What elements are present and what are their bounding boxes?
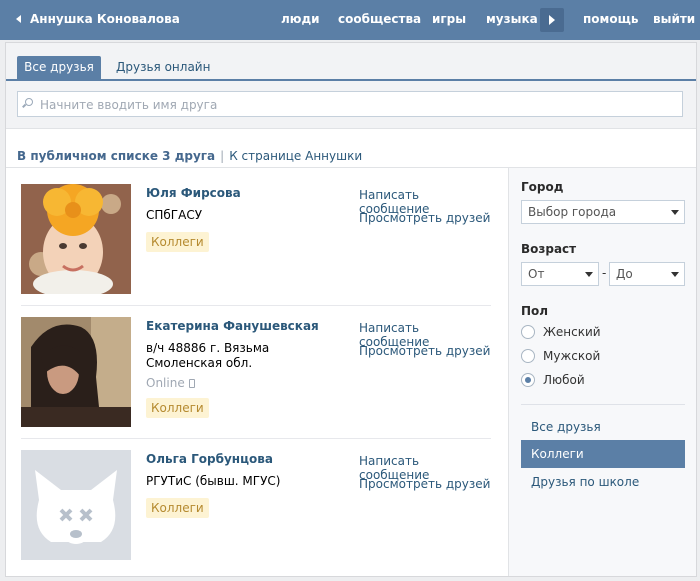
age-range-dash: - (602, 266, 607, 280)
nav-games[interactable]: игры (432, 12, 466, 26)
profile-link[interactable]: К странице Аннушки (229, 149, 362, 163)
online-status: Online (146, 376, 195, 390)
nav-music[interactable]: музыка (486, 12, 538, 26)
age-from-value: От (528, 267, 545, 281)
arrow-left-icon (16, 15, 21, 23)
friends-summary: В публичном списке 3 друга | К странице Ан… (17, 149, 362, 163)
back-link[interactable]: Аннушка Коновалова (16, 12, 180, 26)
chevron-down-icon (671, 210, 679, 215)
sidebar-item-school-friends[interactable]: Друзья по школе (521, 468, 685, 496)
friend-list-tag[interactable]: Коллеги (146, 398, 209, 418)
row-divider (21, 438, 491, 439)
search-area: Начните вводить имя друга (6, 81, 696, 129)
search-placeholder: Начните вводить имя друга (40, 98, 218, 112)
view-friends-link[interactable]: Просмотреть друзей (359, 211, 490, 225)
sidebar-item-all-friends[interactable]: Все друзья (521, 413, 685, 441)
search-input[interactable]: Начните вводить имя друга (17, 91, 683, 117)
filter-sidebar: Город Выбор города Возраст От - До Пол Ж… (508, 168, 696, 576)
friend-name[interactable]: Екатерина Фанушевская (146, 319, 319, 333)
play-icon[interactable] (540, 8, 564, 32)
age-to-select[interactable]: До (609, 262, 685, 286)
sidebar-item-colleagues[interactable]: Коллеги (521, 440, 685, 468)
nav-logout[interactable]: выйти (653, 12, 695, 26)
radio-any[interactable] (521, 373, 535, 387)
friend-name[interactable]: Ольга Горбунцова (146, 452, 273, 466)
view-friends-link[interactable]: Просмотреть друзей (359, 477, 490, 491)
city-select[interactable]: Выбор города (521, 200, 685, 224)
tab-friends-online[interactable]: Друзья онлайн (116, 56, 210, 79)
mobile-icon (188, 379, 195, 388)
age-label: Возраст (521, 242, 577, 256)
friend-list-tag[interactable]: Коллеги (146, 232, 209, 252)
summary-separator: | (220, 149, 225, 163)
tab-all-friends[interactable]: Все друзья (17, 56, 101, 79)
friend-info: СПбГАСУ (146, 208, 203, 222)
back-link-label: Аннушка Коновалова (30, 12, 180, 26)
friend-info: РГУТиС (бывш. МГУС) (146, 474, 281, 488)
tabs-bar: Все друзья Друзья онлайн (6, 43, 696, 81)
age-to-value: До (616, 267, 633, 281)
top-bar: Аннушка Коновалова люди сообщества игры … (0, 0, 700, 40)
avatar[interactable] (21, 317, 131, 427)
chevron-down-icon (671, 272, 679, 277)
age-from-select[interactable]: От (521, 262, 599, 286)
city-select-value: Выбор города (528, 205, 617, 219)
nav-people[interactable]: люди (281, 12, 320, 26)
friends-panel: Все друзья Друзья онлайн Начните вводить… (5, 42, 697, 577)
avatar[interactable] (21, 184, 131, 294)
friend-list-tag[interactable]: Коллеги (146, 498, 209, 518)
friend-row: Екатерина Фанушевская в/ч 48886 г. Вязьм… (21, 317, 491, 427)
friend-info: в/ч 48886 г. Вязьма Смоленская обл. (146, 341, 270, 370)
sidebar-divider (521, 404, 685, 405)
nav-communities[interactable]: сообщества (338, 12, 421, 26)
friend-row: Ольга Горбунцова РГУТиС (бывш. МГУС) Кол… (21, 450, 491, 560)
friends-count: В публичном списке 3 друга (17, 149, 216, 163)
friend-row: Юля Фирсова СПбГАСУ Коллеги Написать соо… (21, 184, 491, 294)
friend-name[interactable]: Юля Фирсова (146, 186, 241, 200)
radio-any-label[interactable]: Любой (543, 373, 585, 387)
city-label: Город (521, 180, 564, 194)
nav-help[interactable]: помощь (583, 12, 638, 26)
radio-female-label[interactable]: Женский (543, 325, 601, 339)
chevron-down-icon (585, 272, 593, 277)
radio-male[interactable] (521, 349, 535, 363)
row-divider (21, 305, 491, 306)
avatar[interactable] (21, 450, 131, 560)
radio-male-label[interactable]: Мужской (543, 349, 600, 363)
search-icon (25, 98, 33, 106)
sex-label: Пол (521, 304, 549, 318)
online-label: Online (146, 376, 185, 390)
view-friends-link[interactable]: Просмотреть друзей (359, 344, 490, 358)
radio-female[interactable] (521, 325, 535, 339)
